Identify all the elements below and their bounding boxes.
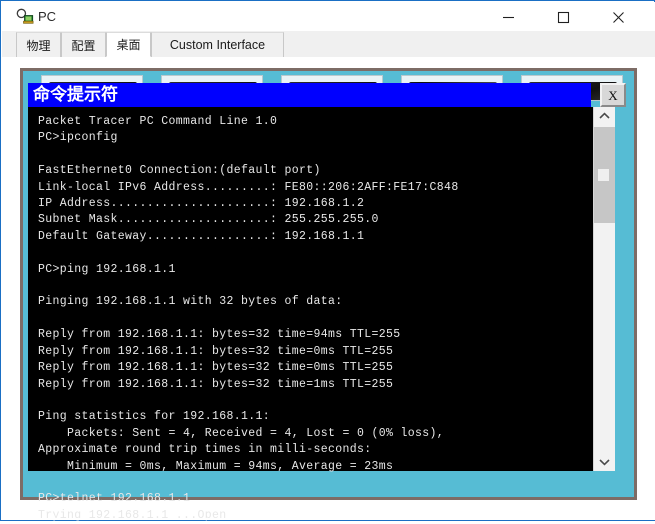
- tab-label: 桌面: [116, 38, 141, 52]
- window-title: PC: [38, 9, 57, 24]
- window-body: 命令提示符 X Packet Tracer PC Command Line 1.…: [2, 57, 655, 522]
- window-bottom-edge: [3, 518, 655, 520]
- maximize-button[interactable]: [541, 3, 586, 31]
- command-prompt-close-button[interactable]: X: [600, 83, 626, 107]
- command-prompt-title: 命令提示符: [33, 85, 118, 105]
- tab-label: 配置: [71, 38, 96, 53]
- tab-config[interactable]: 配置: [61, 32, 106, 57]
- tab-desktop[interactable]: 桌面: [106, 32, 151, 57]
- terminal-output-area[interactable]: Packet Tracer PC Command Line 1.0 PC>ipc…: [28, 107, 615, 522]
- terminal-text: Packet Tracer PC Command Line 1.0 PC>ipc…: [38, 115, 459, 522]
- scroll-down-arrow-icon[interactable]: [594, 453, 615, 471]
- scrollbar-thumb[interactable]: [594, 127, 615, 223]
- tab-label: 物理: [26, 38, 51, 53]
- pc-window: PC 物理 配置 桌面 Custom Interface 命令提示符 X Pac…: [0, 0, 655, 522]
- window-title-bar: PC: [2, 2, 655, 31]
- close-button[interactable]: [596, 3, 641, 31]
- tab-bar: 物理 配置 桌面 Custom Interface: [2, 31, 655, 58]
- scroll-up-arrow-icon[interactable]: [594, 107, 615, 125]
- scrollbar-grip-icon: [598, 169, 609, 181]
- command-prompt-window: 命令提示符 X Packet Tracer PC Command Line 1.…: [28, 83, 626, 522]
- minimize-button[interactable]: [486, 3, 531, 31]
- packet-tracer-pc-icon: [16, 8, 34, 26]
- tab-physical[interactable]: 物理: [16, 32, 61, 57]
- tab-label: Custom Interface: [169, 38, 266, 52]
- desktop-panel: 命令提示符 X Packet Tracer PC Command Line 1.…: [20, 68, 637, 522]
- terminal-scrollbar[interactable]: [593, 107, 615, 471]
- command-prompt-title-bar[interactable]: 命令提示符: [28, 83, 591, 107]
- close-icon: X: [608, 87, 618, 103]
- tab-custom-interface[interactable]: Custom Interface: [151, 32, 284, 57]
